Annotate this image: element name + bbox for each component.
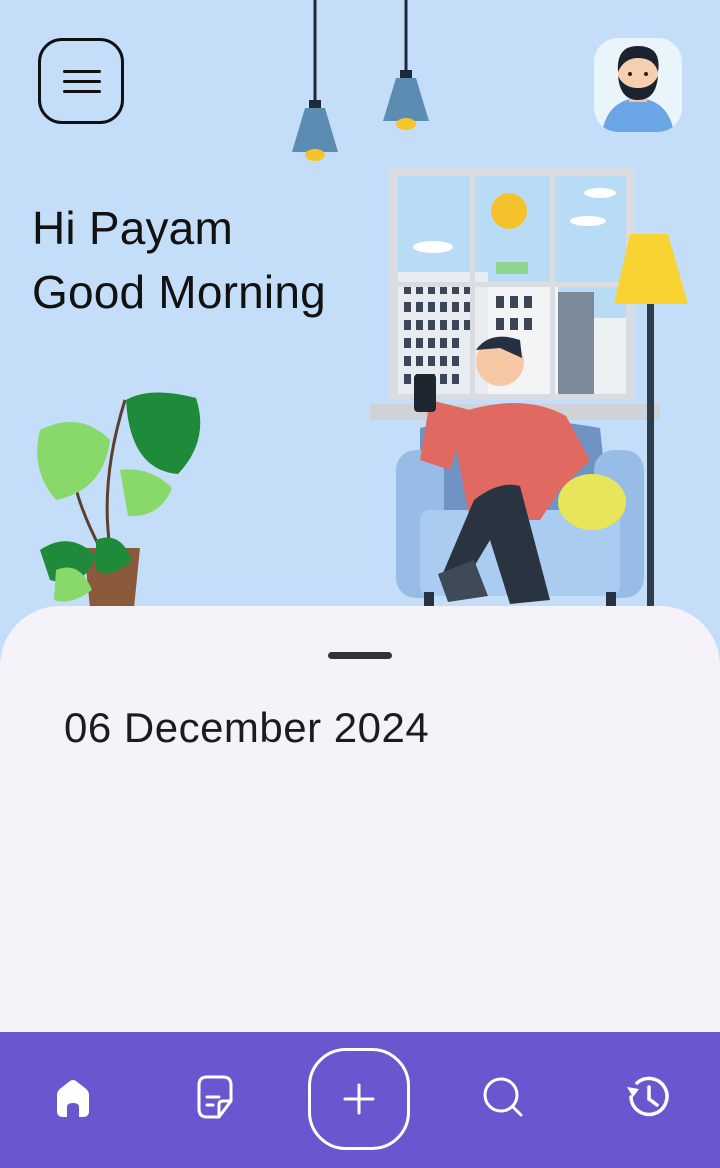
notes-icon: [197, 1075, 233, 1119]
floor-lamp: [614, 234, 688, 608]
current-date: 06 December 2024: [64, 704, 430, 751]
hamburger-menu-icon: [63, 70, 101, 93]
plus-icon: [343, 1083, 375, 1115]
nav-add-button[interactable]: [308, 1048, 410, 1150]
bottom-sheet: 06 December 2024: [0, 606, 720, 1046]
menu-button[interactable]: [38, 38, 124, 124]
nav-history-button[interactable]: [612, 1062, 682, 1132]
nav-notes-button[interactable]: [180, 1062, 250, 1132]
bottom-navigation: [0, 1032, 720, 1168]
man-figure: [414, 336, 590, 604]
search-icon: [483, 1077, 523, 1117]
pendant-lamp-right: [383, 0, 429, 130]
greeting: Hi Payam Good Morning: [32, 196, 326, 324]
user-avatar[interactable]: [594, 38, 682, 132]
sofa: [396, 419, 644, 608]
pendant-lamp-left: [292, 0, 338, 161]
monstera-plant: [37, 392, 201, 608]
history-icon: [627, 1076, 669, 1117]
greeting-name: Hi Payam: [32, 202, 233, 254]
sheet-drag-handle[interactable]: [328, 652, 392, 659]
avatar-icon: [594, 38, 682, 132]
nav-search-button[interactable]: [468, 1062, 538, 1132]
nav-home-button[interactable]: [38, 1062, 108, 1132]
home-icon: [57, 1080, 89, 1117]
home-screen: Hi Payam Good Morning 06 December 2024: [0, 0, 720, 1168]
window-sill: [370, 404, 660, 420]
window: [390, 168, 634, 400]
greeting-message: Good Morning: [32, 266, 326, 318]
